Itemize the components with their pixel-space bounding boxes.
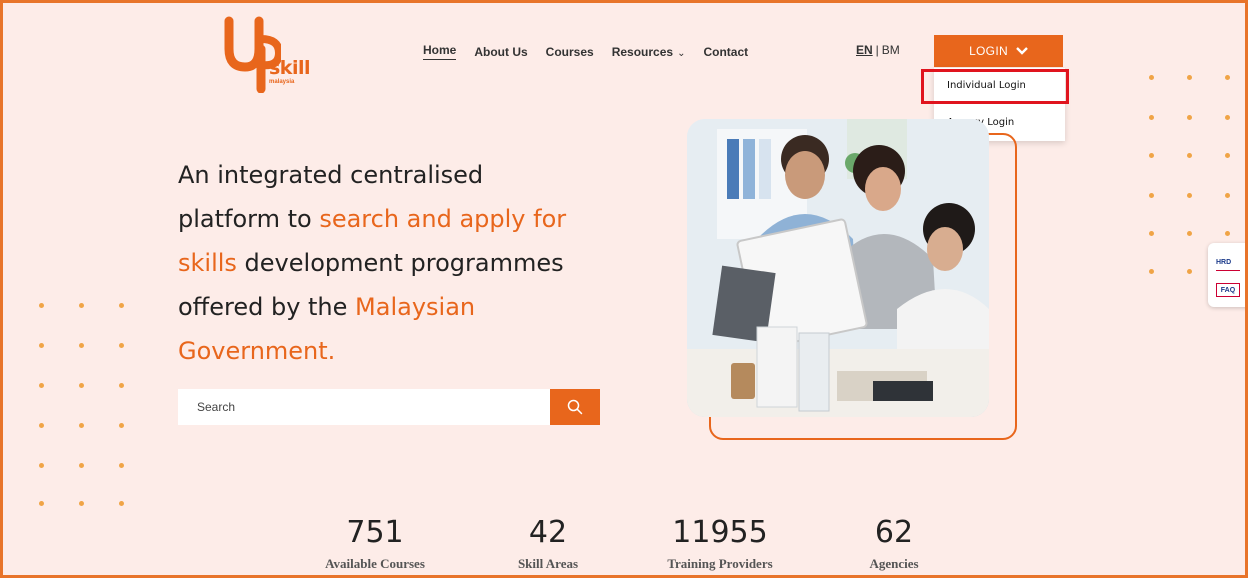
search-icon xyxy=(567,399,583,415)
hero-accent: search and apply for xyxy=(319,205,567,233)
language-switcher: EN | BM xyxy=(856,43,900,57)
lang-en[interactable]: EN xyxy=(856,43,873,57)
hero-line-2: platform to search and apply for xyxy=(178,197,638,241)
decorative-dot xyxy=(79,423,84,428)
decorative-dot xyxy=(39,383,44,388)
hero-photo xyxy=(687,119,989,417)
hero-line-4: offered by the Malaysian xyxy=(178,285,638,329)
decorative-dot xyxy=(1187,269,1192,274)
decorative-dot xyxy=(1225,231,1230,236)
team-at-computer-illustration xyxy=(687,119,989,417)
chevron-down-icon: ⌄ xyxy=(677,47,686,59)
stat-label: Skill Areas xyxy=(517,556,579,571)
search-button[interactable] xyxy=(550,389,600,425)
stat-skill-areas: 42 Skill Areas xyxy=(493,515,603,572)
stat-label: Agencies xyxy=(869,556,919,571)
hero-accent: Malaysian xyxy=(355,293,476,321)
hero-line-1: An integrated centralised xyxy=(178,153,638,197)
logo-subtitle: malaysia xyxy=(269,79,295,85)
decorative-dot xyxy=(79,463,84,468)
logo-word: skill xyxy=(269,57,310,79)
decorative-dot xyxy=(1187,153,1192,158)
stat-agencies: 62 Agencies xyxy=(839,515,949,572)
search-bar xyxy=(178,389,600,425)
stat-value: 42 xyxy=(528,515,568,550)
hero-accent: skills xyxy=(178,249,237,277)
decorative-dot xyxy=(1187,193,1192,198)
hero-text: development programmes xyxy=(236,249,564,277)
nav-courses[interactable]: Courses xyxy=(546,45,594,59)
hrd-link[interactable]: HRD xyxy=(1216,259,1231,266)
decorative-dot xyxy=(79,383,84,388)
hero-text: offered by the xyxy=(178,293,356,321)
decorative-dot xyxy=(1149,115,1154,120)
login-label: LOGIN xyxy=(969,44,1008,58)
hero-heading: An integrated centralised platform to se… xyxy=(178,153,638,373)
search-input[interactable] xyxy=(178,389,550,425)
lang-bm[interactable]: BM xyxy=(882,43,900,57)
decorative-dot xyxy=(1225,193,1230,198)
decorative-dot xyxy=(1187,115,1192,120)
decorative-dot xyxy=(119,303,124,308)
decorative-dot xyxy=(39,501,44,506)
decorative-dot xyxy=(1149,75,1154,80)
nav-resources[interactable]: Resources ⌄ xyxy=(612,45,686,59)
decorative-dot xyxy=(119,501,124,506)
chevron-down-icon xyxy=(1016,47,1028,55)
hero-accent: Government. xyxy=(178,337,336,365)
hero-text: An integrated centralised xyxy=(178,161,484,189)
decorative-dot xyxy=(1149,193,1154,198)
side-quick-links: HRD FAQ xyxy=(1208,243,1245,307)
main-nav: Home About Us Courses Resources ⌄ Contact xyxy=(423,43,748,60)
stat-label: Available Courses xyxy=(325,556,425,571)
decorative-dot xyxy=(39,303,44,308)
decorative-dot xyxy=(39,463,44,468)
hero-text: platform to xyxy=(178,205,320,233)
nav-resources-label: Resources xyxy=(611,44,674,59)
decorative-dot xyxy=(1225,115,1230,120)
login-button[interactable]: LOGIN xyxy=(934,35,1063,67)
decorative-dot xyxy=(119,343,124,348)
decorative-dot xyxy=(79,343,84,348)
nav-contact[interactable]: Contact xyxy=(703,45,748,59)
decorative-dot xyxy=(1149,153,1154,158)
stat-value: 62 xyxy=(874,515,914,550)
highlight-box xyxy=(921,69,1069,104)
decorative-dot xyxy=(119,463,124,468)
decorative-dot xyxy=(1149,269,1154,274)
stat-training-providers: 11955 Training Providers xyxy=(655,515,785,572)
divider xyxy=(1216,270,1240,271)
page-frame: skill malaysia Home About Us Courses Res… xyxy=(0,0,1248,578)
stat-value: 11955 xyxy=(672,515,768,550)
lang-separator: | xyxy=(875,43,879,57)
stat-label: Training Providers xyxy=(667,556,773,571)
decorative-dot xyxy=(119,423,124,428)
decorative-dot xyxy=(1225,75,1230,80)
stat-available-courses: 751 Available Courses xyxy=(315,515,435,572)
faq-button[interactable]: FAQ xyxy=(1216,283,1240,297)
decorative-dot xyxy=(1187,231,1192,236)
decorative-dot xyxy=(79,303,84,308)
hero-line-5: Government. xyxy=(178,329,638,373)
decorative-dot xyxy=(1149,231,1154,236)
decorative-dot xyxy=(79,501,84,506)
decorative-dot xyxy=(39,423,44,428)
upskill-logo[interactable]: skill malaysia xyxy=(221,15,321,94)
nav-home[interactable]: Home xyxy=(423,43,457,60)
stat-value: 751 xyxy=(346,515,404,550)
decorative-dot xyxy=(1225,153,1230,158)
nav-about-us[interactable]: About Us xyxy=(474,45,527,59)
hero-line-3: skills development programmes xyxy=(178,241,638,285)
decorative-dot xyxy=(1187,75,1192,80)
decorative-dot xyxy=(39,343,44,348)
decorative-dot xyxy=(119,383,124,388)
